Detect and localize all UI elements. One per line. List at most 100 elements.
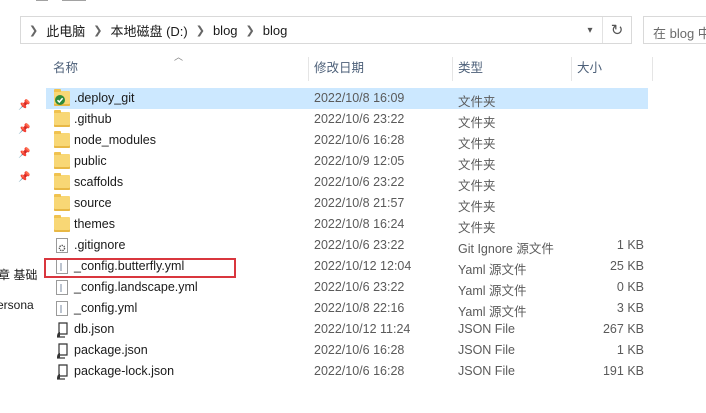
file-size: 1 KB (616, 343, 644, 357)
breadcrumb-blog-parent[interactable]: blog (213, 23, 238, 38)
chevron-right-icon[interactable]: ❯ (196, 24, 205, 37)
file-date: 2022/10/8 16:09 (314, 91, 405, 105)
list-item[interactable]: .deploy_git 2022/10/8 16:09 文件夹 (46, 88, 648, 109)
file-size: 25 KB (609, 259, 644, 273)
file-type: Yaml 源文件 (458, 263, 527, 277)
folder-icon (54, 194, 70, 211)
pin-icon[interactable]: 📌 (18, 172, 30, 183)
file-type: 文件夹 (458, 179, 496, 193)
file-name: package-lock.json (74, 364, 175, 378)
column-divider[interactable] (571, 57, 572, 81)
file-size: 3 KB (616, 301, 644, 315)
json-file-icon (56, 364, 69, 380)
file-type: 文件夹 (458, 221, 496, 235)
column-size[interactable]: 大小 (577, 54, 602, 82)
list-item[interactable]: .github 2022/10/6 23:22 文件夹 (46, 109, 648, 130)
breadcrumb-blog-current[interactable]: blog (263, 23, 288, 38)
pin-icon[interactable]: 📌 (18, 124, 30, 135)
file-date: 2022/10/8 22:16 (314, 301, 405, 315)
list-item[interactable]: package.json 2022/10/6 16:28 JSON File 1… (46, 340, 648, 361)
file-icon (56, 280, 68, 295)
file-name: public (74, 154, 107, 168)
list-item[interactable]: .gitignore 2022/10/6 23:22 Git Ignore 源文… (46, 235, 648, 256)
column-date[interactable]: 修改日期 (314, 54, 364, 82)
file-type: 文件夹 (458, 158, 496, 172)
highlight-annotation-box (44, 258, 236, 278)
file-type: JSON File (458, 322, 515, 336)
breadcrumb-local-disk[interactable]: 本地磁盘 (D:) (110, 21, 187, 40)
search-input[interactable]: 在 blog 中 (643, 16, 706, 44)
column-name[interactable]: 名称 (53, 54, 78, 82)
list-item[interactable]: node_modules 2022/10/6 16:28 文件夹 (46, 130, 648, 151)
address-bar[interactable]: ❯ 此电脑 ❯ 本地磁盘 (D:) ❯ blog ❯ blog ▾ ↻ (20, 16, 632, 44)
json-file-icon (56, 322, 69, 338)
file-type: JSON File (458, 364, 515, 378)
column-header: ︿ 名称 修改日期 类型 大小 (44, 52, 654, 82)
file-date: 2022/10/9 12:05 (314, 154, 405, 168)
check-badge-icon (55, 95, 65, 105)
file-size: 1 KB (616, 238, 644, 252)
column-divider[interactable] (308, 57, 309, 81)
file-size: 0 KB (616, 280, 644, 294)
folder-icon (54, 173, 70, 190)
column-type[interactable]: 类型 (458, 54, 483, 82)
list-item[interactable]: _config.yml 2022/10/8 22:16 Yaml 源文件 3 K… (46, 298, 648, 319)
file-date: 2022/10/12 11:24 (314, 322, 411, 336)
file-type: Yaml 源文件 (458, 284, 527, 298)
folder-icon (54, 215, 70, 232)
file-name: .deploy_git (74, 91, 135, 105)
file-date: 2022/10/6 23:22 (314, 280, 405, 294)
file-date: 2022/10/6 23:22 (314, 112, 405, 126)
file-date: 2022/10/6 16:28 (314, 133, 405, 147)
file-type: 文件夹 (458, 95, 496, 109)
list-item[interactable]: themes 2022/10/8 16:24 文件夹 (46, 214, 648, 235)
chevron-right-icon[interactable]: ❯ (29, 24, 38, 37)
column-divider[interactable] (452, 57, 453, 81)
file-type: 文件夹 (458, 200, 496, 214)
file-name: scaffolds (74, 175, 124, 189)
list-item[interactable]: scaffolds 2022/10/6 23:22 文件夹 (46, 172, 648, 193)
file-type: 文件夹 (458, 137, 496, 151)
list-item[interactable]: package-lock.json 2022/10/6 16:28 JSON F… (46, 361, 648, 382)
list-item[interactable]: public 2022/10/9 12:05 文件夹 (46, 151, 648, 172)
folder-icon (54, 131, 70, 148)
file-name: package.json (74, 343, 148, 357)
file-name: .github (74, 112, 112, 126)
gear-file-icon (56, 238, 68, 253)
file-date: 2022/10/6 16:28 (314, 364, 405, 378)
pin-icon[interactable]: 📌 (18, 100, 30, 111)
nav-pane-item[interactable]: ersona (0, 298, 34, 312)
file-date: 2022/10/8 21:57 (314, 196, 405, 210)
list-item[interactable]: source 2022/10/8 21:57 文件夹 (46, 193, 648, 214)
file-name: .gitignore (74, 238, 126, 252)
pin-icon[interactable]: 📌 (18, 148, 30, 159)
file-date: 2022/10/6 16:28 (314, 343, 405, 357)
file-date: 2022/10/6 23:22 (314, 238, 405, 252)
file-name: _config.landscape.yml (74, 280, 198, 294)
file-date: 2022/10/6 23:22 (314, 175, 405, 189)
file-name: source (74, 196, 112, 210)
chevron-right-icon[interactable]: ❯ (93, 24, 102, 37)
file-type: Git Ignore 源文件 (458, 242, 554, 256)
search-placeholder: 在 blog 中 (653, 26, 706, 41)
file-date: 2022/10/8 16:24 (314, 217, 405, 231)
breadcrumb-this-pc[interactable]: 此电脑 (46, 21, 85, 40)
file-name: node_modules (74, 133, 157, 147)
json-file-icon (56, 343, 69, 359)
folder-icon (54, 110, 70, 127)
refresh-icon[interactable]: ↻ (602, 17, 631, 43)
file-size: 191 KB (602, 364, 644, 378)
list-item[interactable]: db.json 2022/10/12 11:24 JSON File 267 K… (46, 319, 648, 340)
file-name: _config.yml (74, 301, 138, 315)
folder-sync-icon (54, 89, 70, 106)
file-type: JSON File (458, 343, 515, 357)
list-item[interactable]: _config.landscape.yml 2022/10/6 23:22 Ya… (46, 277, 648, 298)
ribbon-strip: — —— (0, 0, 706, 12)
chevron-down-icon[interactable]: ▾ (579, 17, 601, 43)
column-divider[interactable] (652, 57, 653, 81)
chevron-right-icon[interactable]: ❯ (246, 24, 255, 37)
nav-pane-item[interactable]: 章 基础 (0, 266, 37, 283)
sort-ascending-icon: ︿ (174, 52, 184, 62)
ribbon-text-right: —— (62, 0, 86, 6)
ribbon-text-left: — (36, 0, 48, 6)
